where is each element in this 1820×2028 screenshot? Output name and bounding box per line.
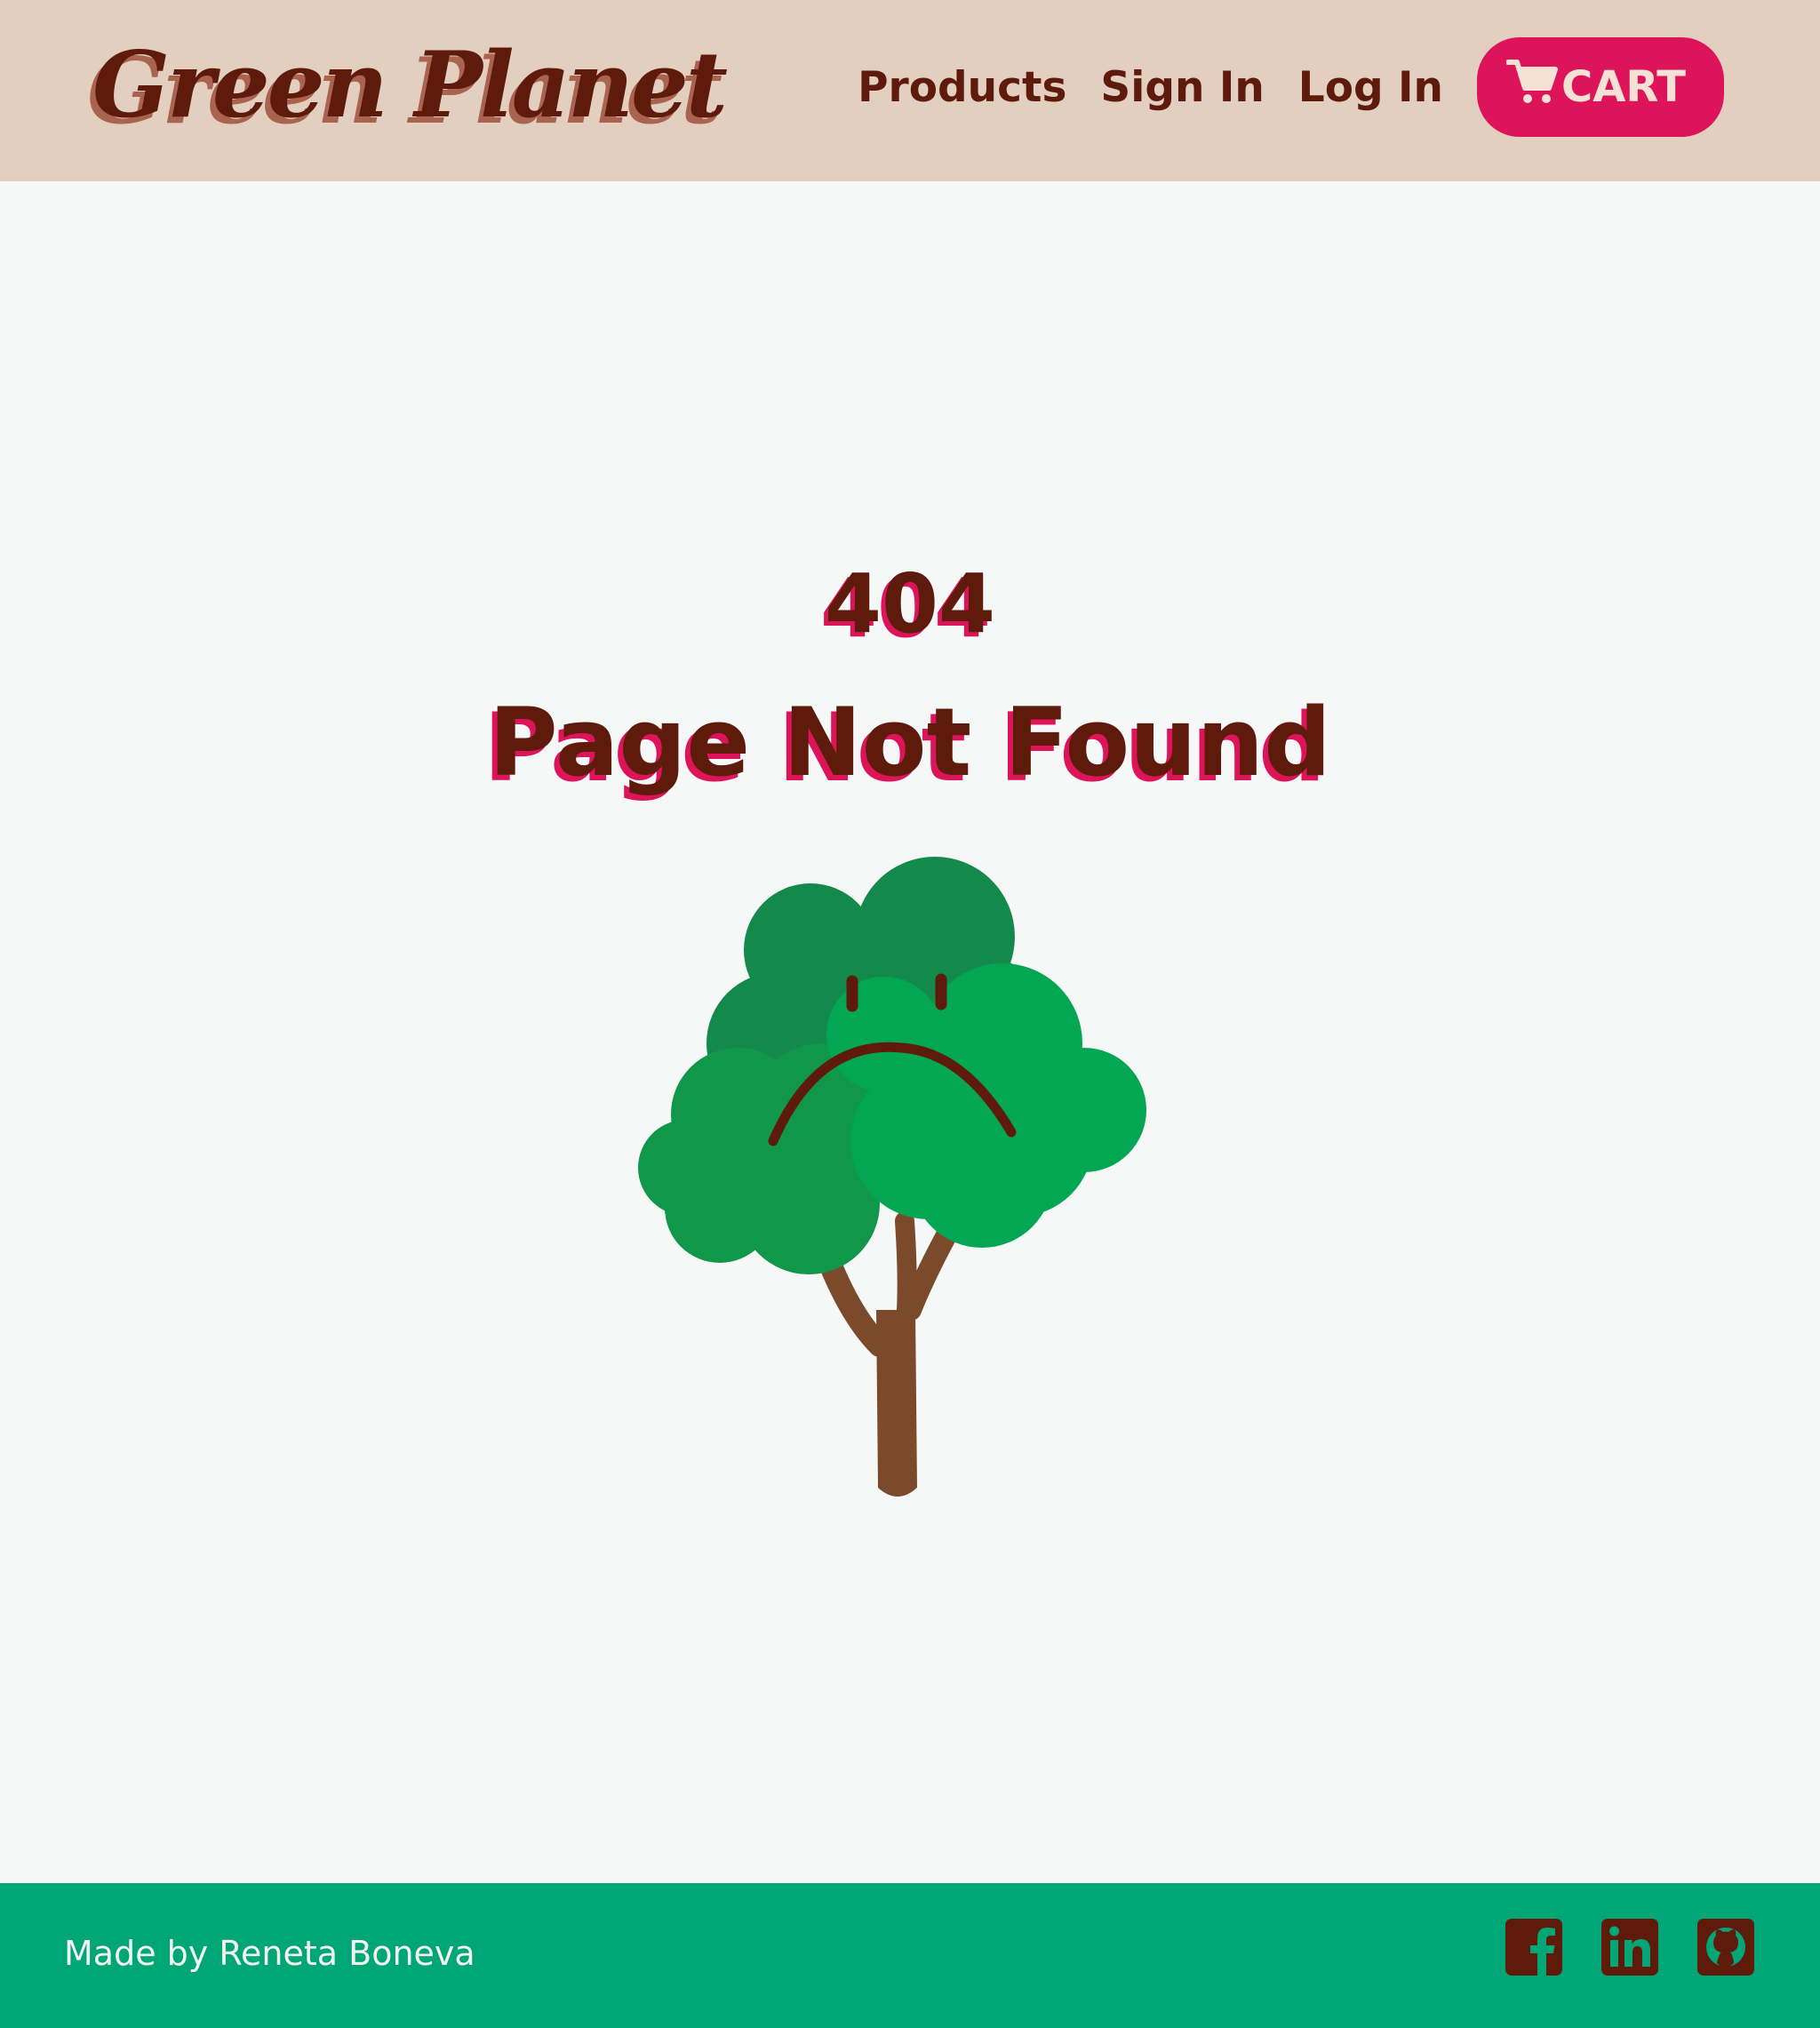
sad-tree-illustration: [638, 857, 1146, 1497]
linkedin-icon[interactable]: [1601, 1919, 1658, 1976]
cart-button[interactable]: CART: [1477, 37, 1724, 137]
cart-icon: [1506, 60, 1559, 103]
social-links: [1466, 1919, 1754, 1976]
brand-logo[interactable]: Green Planet: [92, 32, 728, 139]
main-nav: Products Sign In Log In CART: [858, 37, 1724, 137]
footer-credit: Made by Reneta Boneva: [64, 1934, 475, 1973]
nav-sign-in-link[interactable]: Sign In: [1100, 63, 1264, 112]
site-header: Green Planet Products Sign In Log In CAR…: [0, 0, 1820, 181]
main-content: 404 Page Not Found: [0, 181, 1820, 1883]
site-footer: Made by Reneta Boneva: [0, 1883, 1820, 2028]
nav-products-link[interactable]: Products: [858, 63, 1066, 112]
error-code: 404: [824, 556, 996, 651]
facebook-icon[interactable]: [1505, 1919, 1562, 1976]
error-message: Page Not Found: [489, 688, 1331, 797]
cart-label: CART: [1561, 62, 1686, 112]
github-icon[interactable]: [1697, 1919, 1754, 1976]
nav-log-in-link[interactable]: Log In: [1298, 63, 1443, 112]
